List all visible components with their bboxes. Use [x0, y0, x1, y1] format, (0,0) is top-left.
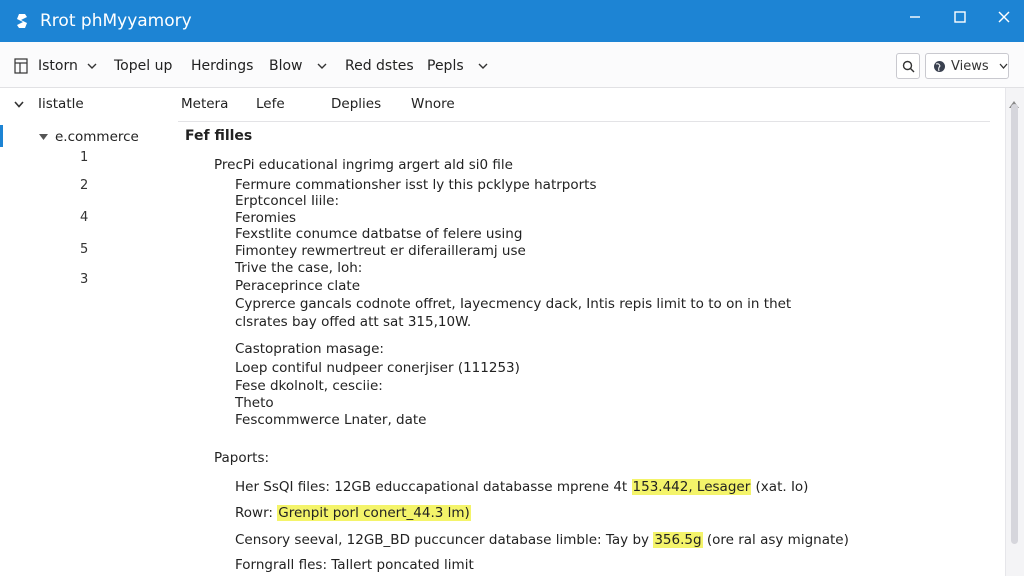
chevron-down-icon: [478, 63, 488, 69]
content-line: Erptconcel Iiile:: [235, 193, 340, 209]
toolbar-herdings-label: Herdings: [191, 58, 254, 74]
report-row-text: Forngrall fles: Tallert poncated limit: [235, 557, 474, 573]
tree-node-root-label: Iistatle: [38, 96, 84, 112]
content-line: Fimontey rewmertreut er diferailleramj u…: [235, 243, 526, 259]
toolbar-istorn-label: Istorn: [38, 58, 78, 74]
content-line: Theto: [235, 395, 274, 411]
search-button[interactable]: [896, 53, 920, 79]
tree-item[interactable]: 5: [80, 242, 88, 257]
report-row: Her SsQI files: 12GB educcapational data…: [235, 479, 808, 495]
report-row-text: Censory seeval, 12GB_BD puccuncer databa…: [235, 532, 654, 548]
globe-icon: [933, 60, 946, 73]
tree-item[interactable]: 3: [80, 272, 88, 287]
toolbar-topel-up-label: Topel up: [114, 58, 173, 74]
column-header[interactable]: Deplies: [331, 96, 381, 112]
section-title: Fef filles: [185, 128, 253, 144]
toolbar-pepls-menu[interactable]: Pepls: [427, 54, 488, 78]
column-header[interactable]: Wnore: [411, 96, 455, 112]
minimize-icon[interactable]: [898, 0, 932, 34]
content-line: Cyprerce gancals codnote offret, Iayecme…: [235, 296, 792, 312]
report-row-text: Rowr:: [235, 505, 278, 521]
content-line: PrecPi educational ingrimg argert ald si…: [214, 157, 513, 173]
close-icon[interactable]: [987, 0, 1021, 34]
highlighted-value: 356.5g: [653, 532, 703, 548]
content-line: Feromies: [235, 210, 297, 226]
column-header[interactable]: Metera: [181, 96, 228, 112]
chevron-down-icon[interactable]: [14, 100, 24, 108]
tools-icon: [12, 10, 34, 32]
maximize-icon[interactable]: [943, 0, 977, 34]
content-line: Loep contiful nudpeer conerjiser (111253…: [235, 360, 520, 376]
report-row: Censory seeval, 12GB_BD puccuncer databa…: [235, 532, 849, 548]
report-row: Rowr: Grenpit porl conert_44.3 lm): [235, 505, 471, 521]
toolbar-red-dstes-label: Red dstes: [345, 58, 414, 74]
toolbar-red-dstes[interactable]: Red dstes: [345, 54, 414, 78]
sidebar: [0, 88, 178, 576]
content-line: Peraceprince clate: [235, 278, 361, 294]
toolbar-blow-menu[interactable]: Blow: [269, 54, 327, 78]
toolbar-istorn-menu[interactable]: Istorn: [14, 54, 97, 78]
tree-node-root[interactable]: Iistatle: [14, 96, 84, 112]
chevron-down-icon: [999, 63, 1008, 69]
chevron-down-icon: [317, 63, 327, 69]
content-line: Fermure commationsher isst ly this pckly…: [235, 177, 597, 193]
report-row: Forngrall fles: Tallert poncated limit: [235, 557, 474, 573]
toolbar-pepls-label: Pepls: [427, 58, 464, 74]
search-icon: [902, 60, 915, 73]
content-line: clsrates bay offed att sat 315,10W.: [235, 314, 472, 330]
tree-item[interactable]: 2: [80, 178, 88, 193]
selection-indicator: [0, 125, 3, 147]
content-line: Fescommwerce Lnater, date: [235, 412, 427, 428]
tree-item[interactable]: 1: [80, 150, 88, 165]
table-icon: [14, 58, 28, 74]
content-line: Castopration masage:: [235, 341, 384, 357]
tree-node-db-label: e.commerce: [55, 129, 139, 145]
title-bar: Rrot phMyyamory: [0, 0, 1024, 42]
content-line: Trive the case, loh:: [235, 260, 363, 276]
scrollbar-thumb[interactable]: [1011, 104, 1018, 544]
tree-item[interactable]: 4: [80, 210, 88, 225]
report-row-text: (ore ral asy mignate): [702, 532, 849, 548]
chevron-down-icon: [87, 63, 97, 69]
toolbar-herdings[interactable]: Herdings: [191, 54, 253, 78]
content-line: Fese dkolnolt, cesciie:: [235, 378, 383, 394]
tree-node-db[interactable]: e.commerce: [39, 129, 139, 145]
content-line: Fexstlite conumce datbatse of felere usi…: [235, 226, 523, 242]
caret-down-icon[interactable]: [39, 134, 48, 140]
views-label: Views: [951, 58, 989, 74]
toolbar-blow-label: Blow: [269, 58, 303, 74]
highlighted-value: 153.442, Lesager: [631, 479, 752, 495]
column-header[interactable]: Lefe: [256, 96, 285, 112]
views-dropdown[interactable]: Views: [925, 53, 1009, 79]
report-row-text: (xat. Io): [751, 479, 809, 495]
reports-heading: Paports:: [214, 450, 270, 466]
window-title: Rrot phMyyamory: [40, 11, 192, 31]
toolbar-topel-up[interactable]: Topel up: [114, 54, 172, 78]
highlighted-value: Grenpit porl conert_44.3 lm): [277, 505, 471, 521]
report-row-text: Her SsQI files: 12GB educcapational data…: [235, 479, 632, 495]
